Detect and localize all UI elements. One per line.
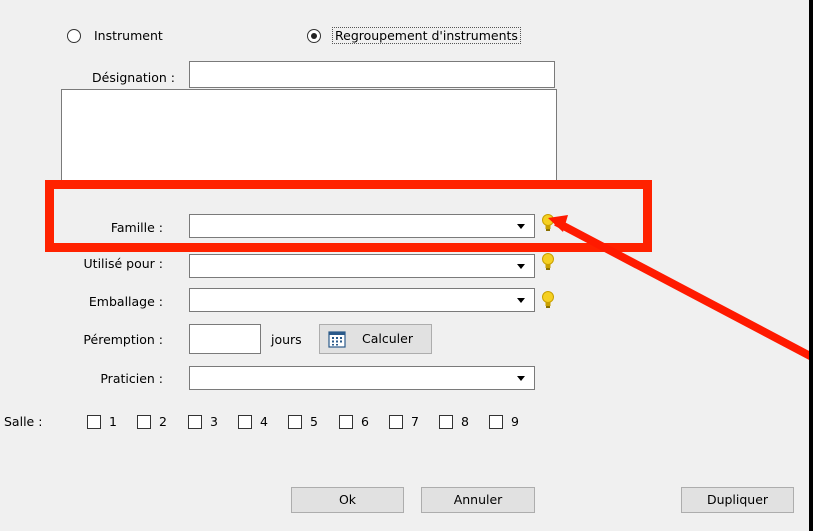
dialog-window: Instrument Regroupement d'instruments Dé… bbox=[0, 0, 812, 531]
annotation-arrow-icon bbox=[548, 215, 812, 361]
